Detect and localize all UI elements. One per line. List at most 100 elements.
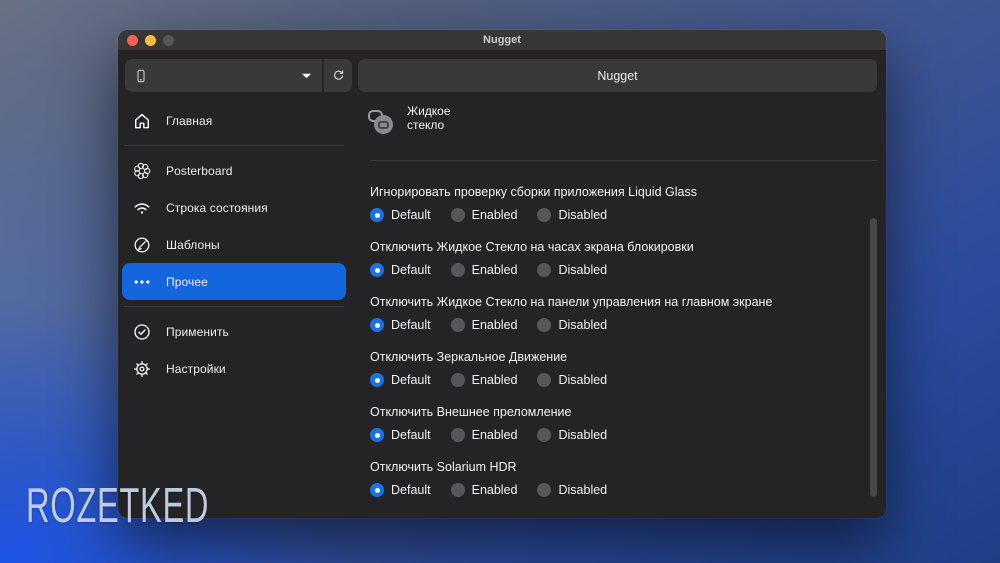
radio-option-label: Disabled [558,318,607,332]
sidebar-item-label: Posterboard [166,164,232,178]
radio-button-icon [537,483,551,497]
radio-button-icon [451,428,465,442]
ellipsis-icon [131,271,153,293]
radio-option-label: Enabled [472,208,518,222]
radio-enabled[interactable]: Enabled [451,208,518,222]
radio-disabled[interactable]: Disabled [537,263,607,277]
radio-button-icon [370,318,384,332]
radio-button-icon [370,428,384,442]
radio-default[interactable]: Default [370,318,431,332]
radio-enabled[interactable]: Enabled [451,263,518,277]
sidebar-item-label: Шаблоны [166,238,220,252]
radio-button-icon [537,318,551,332]
posterboard-icon [131,160,153,182]
sidebar-item-home[interactable]: Главная [122,102,346,139]
radio-default[interactable]: Default [370,428,431,442]
sidebar-item-label: Строка состояния [166,201,268,215]
minimize-button[interactable] [145,35,156,46]
toolbar: Nugget [125,59,877,92]
radio-group: Default Enabled Disabled [370,208,877,222]
sidebar-item-label: Применить [166,325,229,339]
radio-option-label: Default [391,428,431,442]
setting-label: Отключить Жидкое Стекло на часах экрана … [370,240,877,255]
phone-icon [133,67,149,85]
templates-icon [131,234,153,256]
setting-label: Отключить Solarium HDR [370,460,877,475]
radio-button-icon [451,208,465,222]
radio-button-icon [370,373,384,387]
radio-option-label: Enabled [472,428,518,442]
title-bar[interactable]: Nugget [118,30,886,51]
liquid-glass-icon [368,110,394,134]
radio-button-icon [537,373,551,387]
setting-label: Игнорировать проверку сборки приложения … [370,185,877,200]
radio-option-label: Enabled [472,263,518,277]
close-button[interactable] [127,35,138,46]
radio-option-label: Disabled [558,263,607,277]
radio-group: Default Enabled Disabled [370,428,877,442]
radio-button-icon [370,208,384,222]
sidebar: Главная Posterboard Строка состояния Шаблон… [118,98,348,518]
sidebar-item-templates[interactable]: Шаблоны [122,226,346,263]
radio-option-label: Enabled [472,373,518,387]
sidebar-item-label: Главная [166,114,212,128]
setting-group: Отключить Жидкое Стекло на панели управл… [370,295,877,332]
radio-button-icon [537,263,551,277]
radio-button-icon [451,483,465,497]
radio-enabled[interactable]: Enabled [451,318,518,332]
refresh-icon [331,68,346,83]
radio-option-label: Disabled [558,373,607,387]
device-select-dropdown[interactable] [125,59,322,92]
section-divider [370,160,877,161]
radio-group: Default Enabled Disabled [370,483,877,497]
radio-default[interactable]: Default [370,208,431,222]
sidebar-item-gear[interactable]: Настройки [122,350,346,387]
radio-default[interactable]: Default [370,373,431,387]
radio-enabled[interactable]: Enabled [451,373,518,387]
radio-group: Default Enabled Disabled [370,373,877,387]
sidebar-divider [124,306,344,307]
zoom-button[interactable] [163,35,174,46]
radio-enabled[interactable]: Enabled [451,428,518,442]
settings-list: Игнорировать проверку сборки приложения … [370,185,877,497]
radio-default[interactable]: Default [370,483,431,497]
setting-group: Отключить Внешнее преломлениеDefaultEnab… [370,405,877,442]
radio-button-icon [537,208,551,222]
radio-option-label: Disabled [558,208,607,222]
radio-option-label: Enabled [472,318,518,332]
radio-default[interactable]: Default [370,263,431,277]
sidebar-item-label: Прочее [166,275,208,289]
radio-disabled[interactable]: Disabled [537,208,607,222]
radio-disabled[interactable]: Disabled [537,483,607,497]
radio-option-label: Default [391,483,431,497]
content-pane: Жидкое стекло Игнорировать проверку сбор… [348,98,886,518]
vertical-scrollbar-thumb[interactable] [870,218,877,497]
setting-label: Отключить Жидкое Стекло на панели управл… [370,295,877,310]
radio-button-icon [537,428,551,442]
radio-disabled[interactable]: Disabled [537,373,607,387]
window-title: Nugget [118,30,886,50]
setting-group: Отключить Жидкое Стекло на часах экрана … [370,240,877,277]
sidebar-item-ellipsis[interactable]: Прочее [122,263,346,300]
refresh-button[interactable] [322,59,352,92]
check-circle-icon [131,321,153,343]
sidebar-item-check-circle[interactable]: Применить [122,313,346,350]
radio-button-icon [451,373,465,387]
home-icon [131,110,153,132]
radio-enabled[interactable]: Enabled [451,483,518,497]
radio-option-label: Enabled [472,483,518,497]
radio-disabled[interactable]: Disabled [537,428,607,442]
radio-disabled[interactable]: Disabled [537,318,607,332]
radio-group: Default Enabled Disabled [370,318,877,332]
section-title: Жидкое стекло [407,104,451,134]
toolbar-page-title: Nugget [358,59,877,92]
radio-option-label: Default [391,373,431,387]
setting-group: Отключить Зеркальное Движение Default Enab… [370,350,877,387]
radio-option-label: Disabled [558,428,607,442]
chevron-down-icon [301,72,312,80]
radio-button-icon [370,483,384,497]
radio-option-label: Default [391,318,431,332]
setting-label: Отключить Зеркальное Движение [370,350,877,365]
sidebar-item-wifi[interactable]: Строка состояния [122,189,346,226]
sidebar-item-posterboard[interactable]: Posterboard [122,152,346,189]
